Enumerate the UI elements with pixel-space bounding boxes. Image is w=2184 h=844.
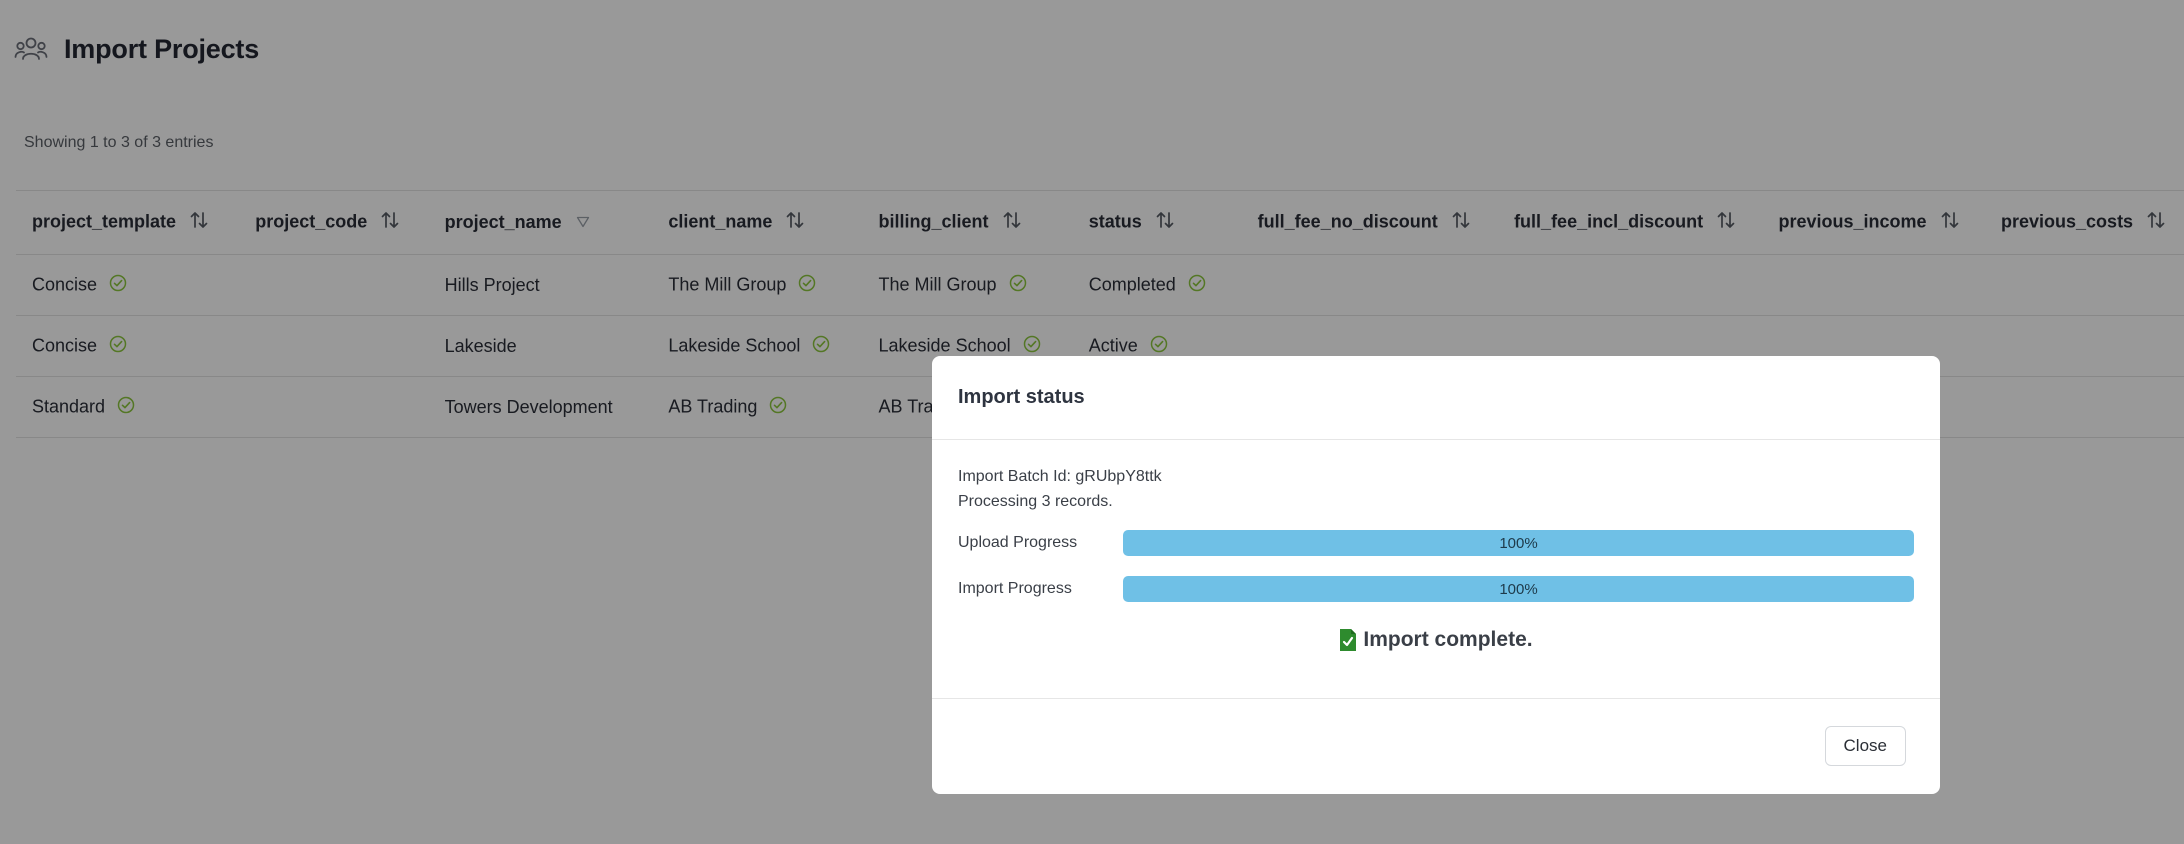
modal-title: Import status (958, 386, 1085, 408)
import-status-modal: Import status Import Batch Id: gRUbpY8tt… (932, 356, 1940, 794)
import-complete-text: Import complete. (1363, 628, 1533, 651)
import-progress-bar: 100% (1123, 576, 1914, 602)
import-progress-label: Import Progress (958, 580, 1072, 597)
upload-progress-label: Upload Progress (958, 534, 1078, 551)
import-progress-fill: 100% (1123, 576, 1914, 602)
import-progress-row: Import Progress 100% (958, 576, 1914, 602)
modal-body: Import Batch Id: gRUbpY8ttk Processing 3… (932, 440, 1940, 699)
import-complete-message: Import complete. (932, 628, 1940, 652)
batch-id: Import Batch Id: gRUbpY8ttk (958, 468, 1162, 485)
upload-progress-row: Upload Progress 100% (958, 530, 1914, 556)
batch-info: Import Batch Id: gRUbpY8ttk Processing 3… (958, 464, 1162, 514)
upload-progress-fill: 100% (1123, 530, 1914, 556)
modal-header: Import status (932, 356, 1940, 440)
processing-text: Processing 3 records. (958, 493, 1113, 510)
file-check-icon (1339, 628, 1357, 652)
close-button[interactable]: Close (1824, 726, 1906, 766)
upload-progress-bar: 100% (1123, 530, 1914, 556)
